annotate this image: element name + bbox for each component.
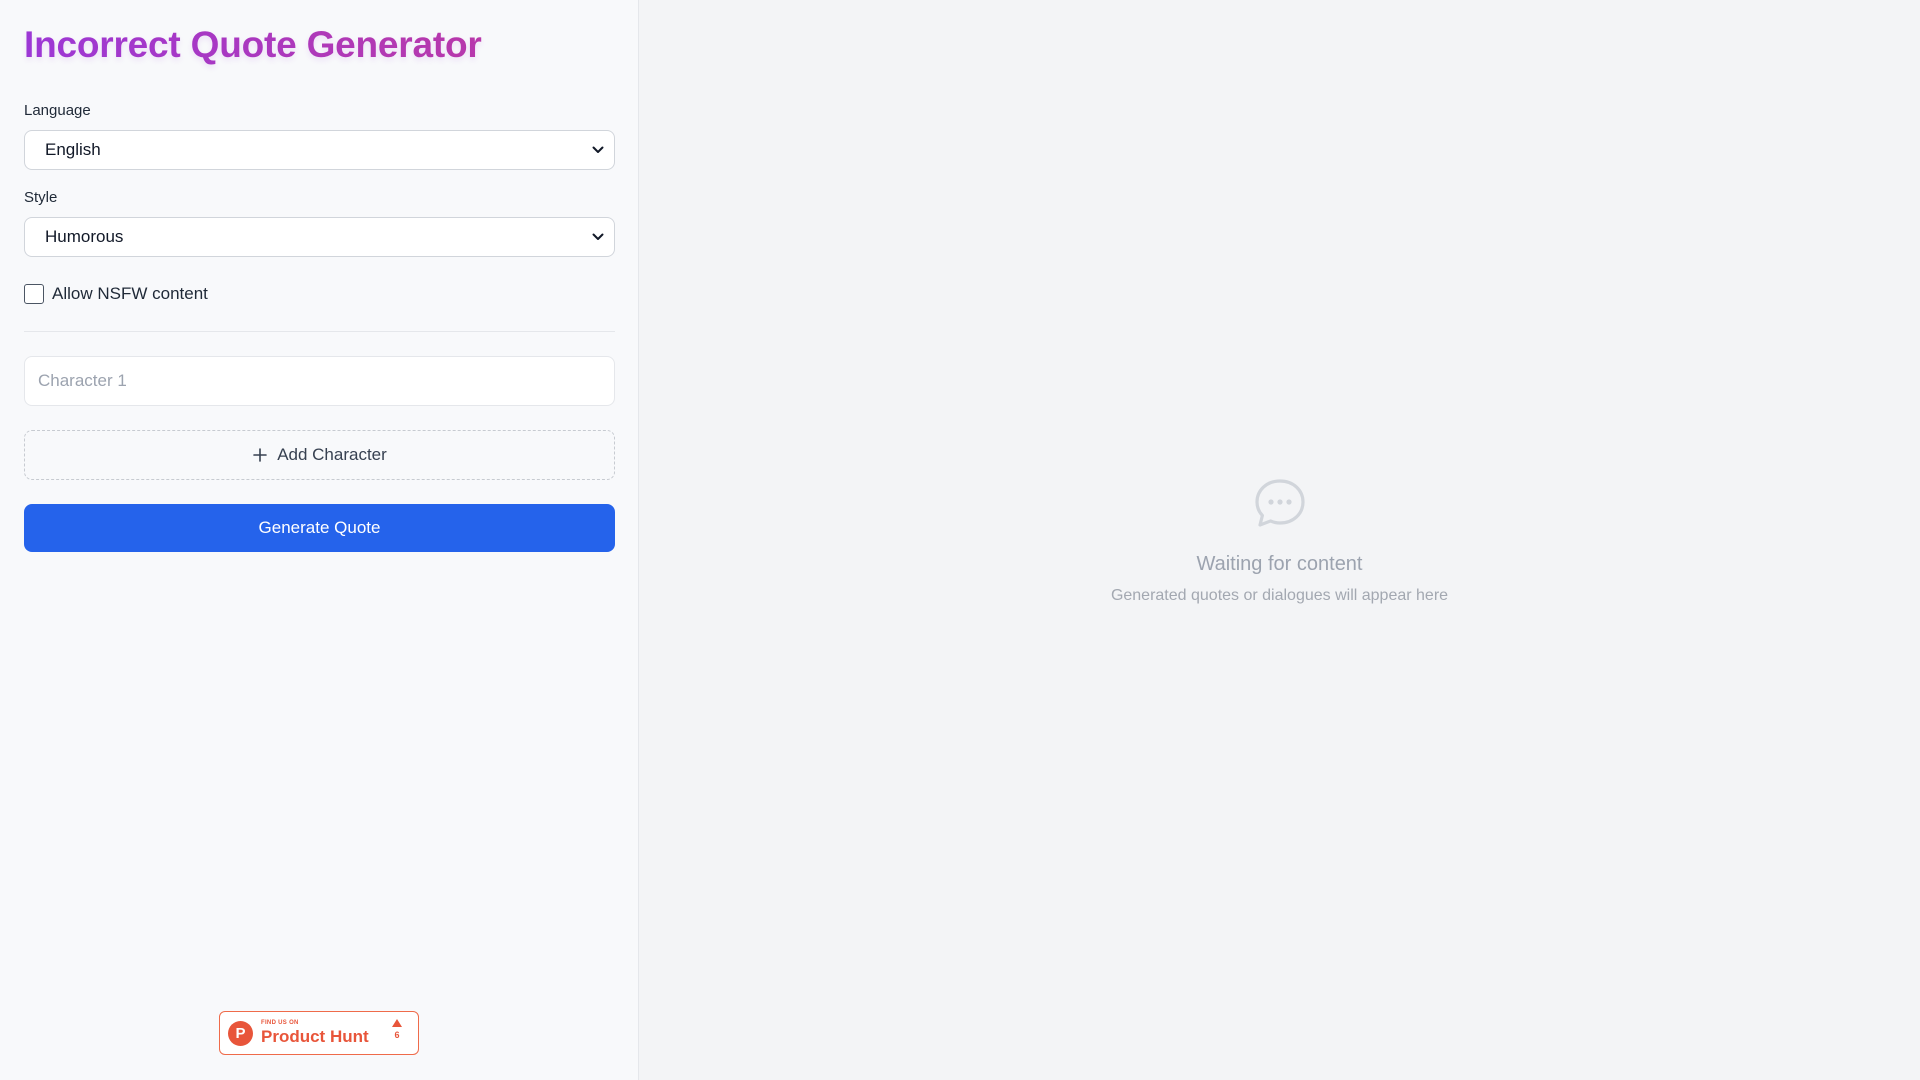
product-hunt-name: Product Hunt <box>261 1027 369 1046</box>
product-hunt-badge[interactable]: P FIND US ON Product Hunt 6 <box>219 1011 419 1055</box>
character-1-placeholder: Character 1 <box>38 371 127 390</box>
nsfw-checkbox[interactable] <box>24 284 44 304</box>
chevron-down-icon <box>592 146 604 153</box>
product-hunt-logo-icon: P <box>228 1020 253 1046</box>
generate-quote-label: Generate Quote <box>258 518 381 537</box>
style-label: Style <box>24 189 58 206</box>
product-hunt-text: FIND US ON Product Hunt <box>261 1020 369 1046</box>
product-hunt-votes: 6 <box>392 1019 402 1040</box>
empty-state-title: Waiting for content <box>1196 553 1363 575</box>
product-hunt-logo-letter: P <box>235 1024 246 1042</box>
nsfw-option: Allow NSFW content <box>24 283 614 305</box>
generate-quote-button[interactable]: Generate Quote <box>24 504 615 552</box>
empty-state: Waiting for content Generated quotes or … <box>639 476 1920 606</box>
divider <box>24 331 615 332</box>
page-title: Incorrect Quote Generator <box>24 0 614 68</box>
product-hunt-caption: FIND US ON <box>261 1020 299 1026</box>
add-character-label: Add Character <box>277 445 387 464</box>
upvote-triangle-icon <box>392 1019 402 1027</box>
language-label: Language <box>24 102 91 119</box>
chat-bubble-icon <box>1254 479 1305 527</box>
style-select[interactable]: Humorous <box>24 217 615 257</box>
language-select[interactable]: English <box>24 130 615 170</box>
language-select-value: English <box>45 140 101 159</box>
plus-icon <box>253 448 267 462</box>
nsfw-checkbox-label[interactable]: Allow NSFW content <box>52 284 208 304</box>
product-hunt-vote-count: 6 <box>394 1030 400 1040</box>
chevron-down-icon <box>592 233 604 240</box>
app-root: Incorrect Quote Generator Language Engli… <box>0 0 1920 1080</box>
sidebar: Incorrect Quote Generator Language Engli… <box>0 0 639 1080</box>
output-panel: Waiting for content Generated quotes or … <box>639 0 1920 1080</box>
add-character-button[interactable]: Add Character <box>24 430 615 480</box>
style-select-value: Humorous <box>45 227 124 246</box>
empty-state-subtitle: Generated quotes or dialogues will appea… <box>1110 587 1449 604</box>
character-1-input[interactable]: Character 1 <box>24 356 615 406</box>
